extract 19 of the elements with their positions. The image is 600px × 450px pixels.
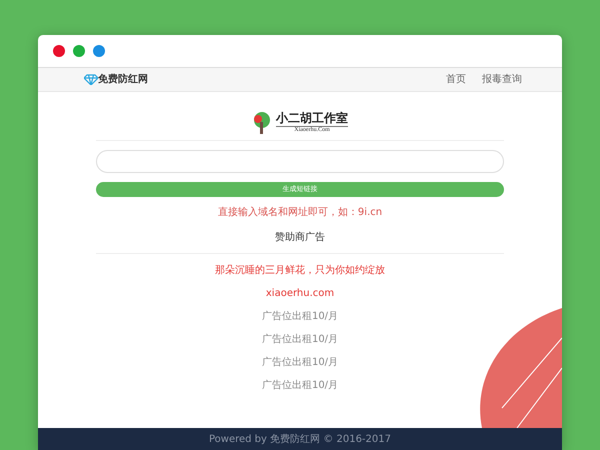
site-name[interactable]: 免费防红网 — [98, 72, 148, 87]
sponsor-slogan: 那朵沉睡的三月鲜花，只为你如约绽放 — [215, 266, 385, 276]
hint-text: 直接输入域名和网址即可，如：9i.cn — [218, 206, 382, 220]
ad-slot-text: 广告位出租10/月 — [262, 381, 338, 391]
ad-slot-text: 广告位出租10/月 — [262, 335, 338, 345]
studio-logo-title: 小二胡工作室 — [276, 112, 348, 126]
sponsor-link[interactable]: xiaoerhu.com — [266, 289, 334, 299]
ad-slot-text: 广告位出租10/月 — [262, 312, 338, 322]
nav-link[interactable]: 报毒查询 — [482, 72, 522, 87]
nav-link[interactable]: 首页 — [446, 72, 466, 87]
url-input-field[interactable] — [96, 150, 504, 173]
footer-text: Powered by 免费防红网 © 2016-2017 — [38, 428, 562, 450]
minimize-dot[interactable] — [73, 45, 85, 57]
maximize-dot[interactable] — [93, 45, 105, 57]
diamond-icon — [84, 74, 98, 85]
sponsor-heading: 赞助商广告 — [275, 230, 325, 245]
tree-icon — [252, 112, 272, 134]
ad-slot-text: 广告位出租10/月 — [262, 358, 338, 368]
close-dot[interactable] — [53, 45, 65, 57]
